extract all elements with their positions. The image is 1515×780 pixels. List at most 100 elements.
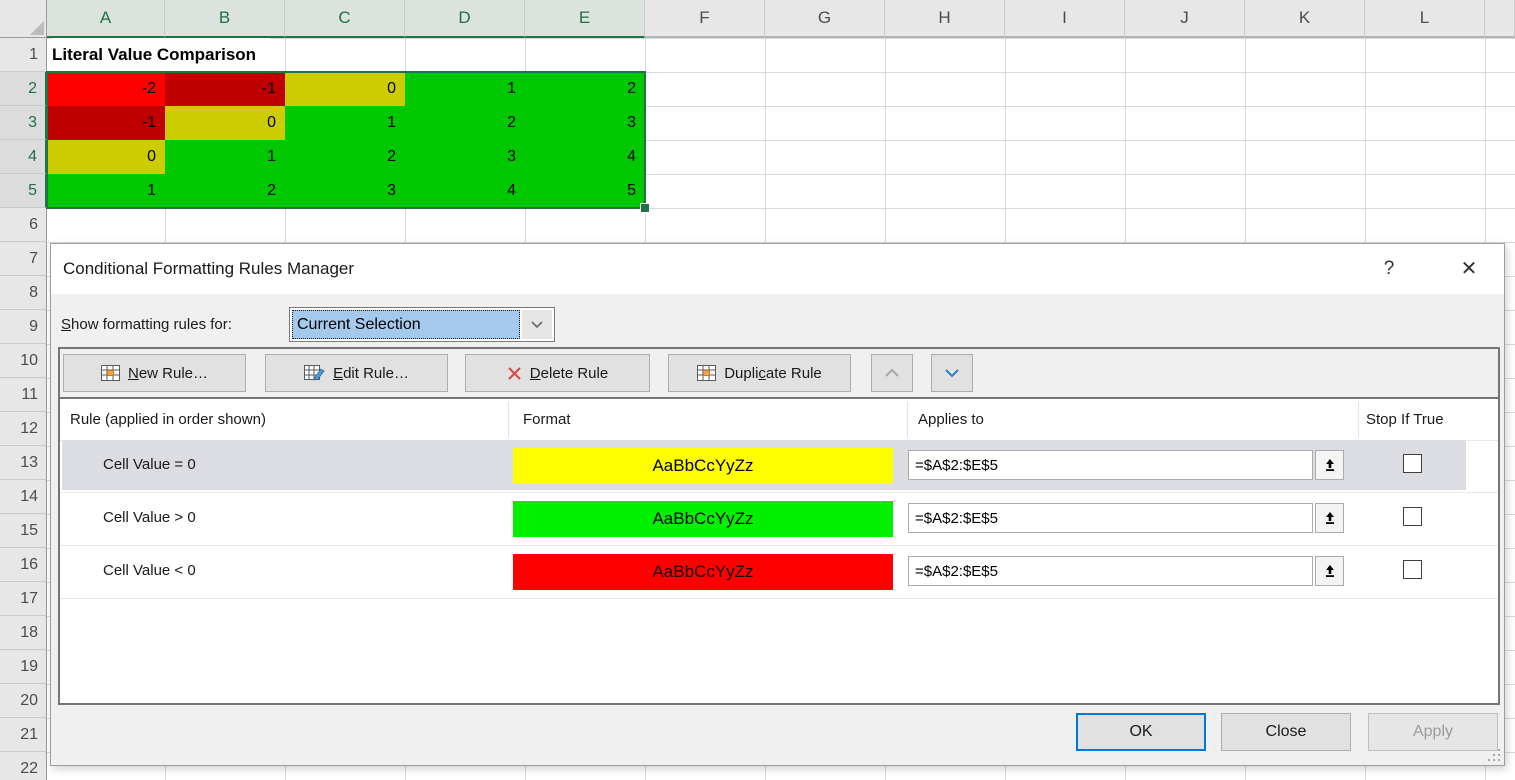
list-header-separator bbox=[1358, 402, 1359, 437]
row-header-14[interactable]: 14 bbox=[0, 480, 47, 514]
help-icon[interactable]: ? bbox=[1366, 244, 1412, 294]
cell-A4[interactable]: 0 bbox=[47, 140, 165, 174]
row-header-6[interactable]: 6 bbox=[0, 208, 47, 242]
rule-row-1[interactable]: Cell Value = 0AaBbCcYyZz bbox=[60, 440, 1498, 493]
column-header-C[interactable]: C bbox=[285, 0, 405, 38]
edit-rule-button[interactable]: Edit Rule… bbox=[265, 354, 448, 392]
column-header-D[interactable]: D bbox=[405, 0, 525, 38]
ok-button[interactable]: OK bbox=[1076, 713, 1206, 751]
column-header-A[interactable]: A bbox=[47, 0, 165, 38]
row-header-9[interactable]: 9 bbox=[0, 310, 47, 344]
cell-E4[interactable]: 4 bbox=[525, 140, 645, 174]
cell-D2[interactable]: 1 bbox=[405, 72, 525, 106]
column-header-I[interactable]: I bbox=[1005, 0, 1125, 38]
collapse-dialog-button[interactable] bbox=[1315, 503, 1344, 533]
chevron-down-icon bbox=[944, 368, 960, 378]
move-rule-up-button[interactable] bbox=[871, 354, 913, 392]
delete-rule-button[interactable]: Delete Rule bbox=[465, 354, 650, 392]
cell-D3[interactable]: 2 bbox=[405, 106, 525, 140]
row-header-21[interactable]: 21 bbox=[0, 718, 47, 752]
cell-D5[interactable]: 4 bbox=[405, 174, 525, 208]
row-header-8[interactable]: 8 bbox=[0, 276, 47, 310]
new-rule-label: New Rule… bbox=[128, 365, 208, 382]
row-header-18[interactable]: 18 bbox=[0, 616, 47, 650]
collapse-dialog-button[interactable] bbox=[1315, 556, 1344, 586]
cf-rules-manager-dialog: Conditional Formatting Rules Manager ? ✕… bbox=[50, 243, 1505, 766]
row-header-20[interactable]: 20 bbox=[0, 684, 47, 718]
cell-C2[interactable]: 0 bbox=[285, 72, 405, 106]
cell-C4[interactable]: 2 bbox=[285, 140, 405, 174]
cell-B3[interactable]: 0 bbox=[165, 106, 285, 140]
cell-E3[interactable]: 3 bbox=[525, 106, 645, 140]
row-header-5[interactable]: 5 bbox=[0, 174, 47, 208]
cell-A5[interactable]: 1 bbox=[47, 174, 165, 208]
row-header-10[interactable]: 10 bbox=[0, 344, 47, 378]
rule-description: Cell Value < 0 bbox=[103, 546, 196, 596]
duplicate-rule-button[interactable]: Duplicate Rule bbox=[668, 354, 851, 392]
applies-to-input[interactable] bbox=[908, 503, 1313, 533]
dropdown-chevron-icon[interactable] bbox=[522, 310, 552, 339]
table-grid-icon bbox=[697, 365, 716, 381]
edit-rule-label: Edit Rule… bbox=[333, 365, 409, 382]
show-rules-label: Show formatting rules for: bbox=[61, 307, 232, 342]
cell-B4[interactable]: 1 bbox=[165, 140, 285, 174]
cell-E2[interactable]: 2 bbox=[525, 72, 645, 106]
column-header-K[interactable]: K bbox=[1245, 0, 1365, 38]
row-header-19[interactable]: 19 bbox=[0, 650, 47, 684]
cell-B2[interactable]: -1 bbox=[165, 72, 285, 106]
row-header-2[interactable]: 2 bbox=[0, 72, 47, 106]
stop-if-true-checkbox[interactable] bbox=[1403, 454, 1422, 473]
cell-E5[interactable]: 5 bbox=[525, 174, 645, 208]
list-header-stop-if-true: Stop If True bbox=[1366, 399, 1444, 440]
column-header-F[interactable]: F bbox=[645, 0, 765, 38]
applies-to-input[interactable] bbox=[908, 450, 1313, 480]
column-header-m[interactable] bbox=[1485, 0, 1515, 38]
column-header-L[interactable]: L bbox=[1365, 0, 1485, 38]
row-header-16[interactable]: 16 bbox=[0, 548, 47, 582]
list-header-applies-to: Applies to bbox=[918, 399, 984, 440]
row-header-3[interactable]: 3 bbox=[0, 106, 47, 140]
row-header-7[interactable]: 7 bbox=[0, 242, 47, 276]
row-header-13[interactable]: 13 bbox=[0, 446, 47, 480]
cell-A1-title[interactable]: Literal Value Comparison bbox=[52, 38, 270, 72]
collapse-dialog-icon bbox=[1323, 564, 1337, 578]
rule-row-3[interactable]: Cell Value < 0 AaBbCcYyZz bbox=[60, 546, 1498, 599]
cell-B5[interactable]: 2 bbox=[165, 174, 285, 208]
column-header-E[interactable]: E bbox=[525, 0, 645, 38]
cell-D4[interactable]: 3 bbox=[405, 140, 525, 174]
row-header-11[interactable]: 11 bbox=[0, 378, 47, 412]
column-header-J[interactable]: J bbox=[1125, 0, 1245, 38]
cell-C5[interactable]: 3 bbox=[285, 174, 405, 208]
row-header-1[interactable]: 1 bbox=[0, 38, 47, 72]
list-header-rule: Rule (applied in order shown) bbox=[70, 399, 266, 440]
stop-if-true-checkbox[interactable] bbox=[1403, 560, 1422, 579]
cell-A2[interactable]: -2 bbox=[47, 72, 165, 106]
fill-handle[interactable] bbox=[640, 203, 650, 213]
column-header-G[interactable]: G bbox=[765, 0, 885, 38]
stop-if-true-checkbox[interactable] bbox=[1403, 507, 1422, 526]
show-rules-dropdown[interactable]: Current Selection bbox=[289, 307, 555, 342]
resize-grip[interactable] bbox=[1488, 749, 1500, 761]
close-icon[interactable]: ✕ bbox=[1446, 244, 1492, 294]
format-preview: AaBbCcYyZz bbox=[513, 554, 893, 590]
collapse-dialog-icon bbox=[1323, 458, 1337, 472]
cell-A3[interactable]: -1 bbox=[47, 106, 165, 140]
applies-to-input[interactable] bbox=[908, 556, 1313, 586]
row-header-15[interactable]: 15 bbox=[0, 514, 47, 548]
column-header-H[interactable]: H bbox=[885, 0, 1005, 38]
column-header-B[interactable]: B bbox=[165, 0, 285, 38]
list-header-separator bbox=[907, 402, 908, 437]
select-all-corner[interactable] bbox=[0, 0, 47, 38]
row-header-22[interactable]: 22 bbox=[0, 752, 47, 780]
cell-C3[interactable]: 1 bbox=[285, 106, 405, 140]
new-rule-button[interactable]: New Rule… bbox=[63, 354, 246, 392]
rules-panel: New Rule… Edit Rule… Delete Rule Duplicate … bbox=[58, 347, 1500, 705]
row-header-17[interactable]: 17 bbox=[0, 582, 47, 616]
close-button[interactable]: Close bbox=[1221, 713, 1351, 751]
chevron-up-icon bbox=[884, 368, 900, 378]
rule-row-2[interactable]: Cell Value > 0AaBbCcYyZz bbox=[60, 493, 1498, 546]
move-rule-down-button[interactable] bbox=[931, 354, 973, 392]
collapse-dialog-button[interactable] bbox=[1315, 450, 1344, 480]
row-header-12[interactable]: 12 bbox=[0, 412, 47, 446]
row-header-4[interactable]: 4 bbox=[0, 140, 47, 174]
